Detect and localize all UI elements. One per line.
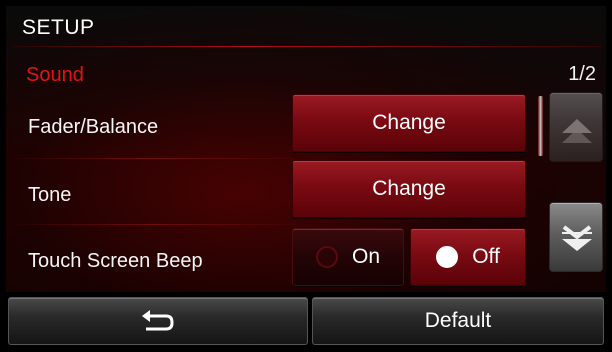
page-indicator: 1/2 [568,63,596,85]
touch-beep-label: Touch Screen Beep [28,250,203,272]
scroll-down-button[interactable] [549,202,603,272]
double-chevron-down-icon [562,225,592,251]
fader-balance-label: Fader/Balance [28,116,159,138]
tone-change-label: Change [372,177,446,200]
radio-unselected-icon [315,246,338,268]
title-divider [12,46,602,47]
page-title: SETUP [22,16,95,39]
beep-off-label: Off [472,245,500,268]
back-button[interactable] [8,297,308,345]
scroll-indicator [538,96,543,156]
tone-label: Tone [28,184,72,206]
default-button[interactable]: Default [312,297,604,345]
radio-selected-icon [436,246,459,268]
fader-balance-change-label: Change [372,111,446,134]
beep-on-button[interactable]: On [292,228,404,286]
fader-balance-change-button[interactable]: Change [292,94,526,152]
tone-change-button[interactable]: Change [292,160,526,218]
default-button-label: Default [424,309,492,332]
back-arrow-icon [142,310,174,331]
setup-screen: SETUP Sound 1/2 Fader/Balance Change Ton… [6,6,606,346]
row-divider [14,224,294,225]
scroll-up-button[interactable] [549,92,603,162]
beep-on-label: On [351,245,380,268]
section-title: Sound [26,64,84,86]
row-divider [14,158,294,159]
chevron-up-icon [562,119,592,143]
beep-off-button[interactable]: Off [410,228,526,286]
